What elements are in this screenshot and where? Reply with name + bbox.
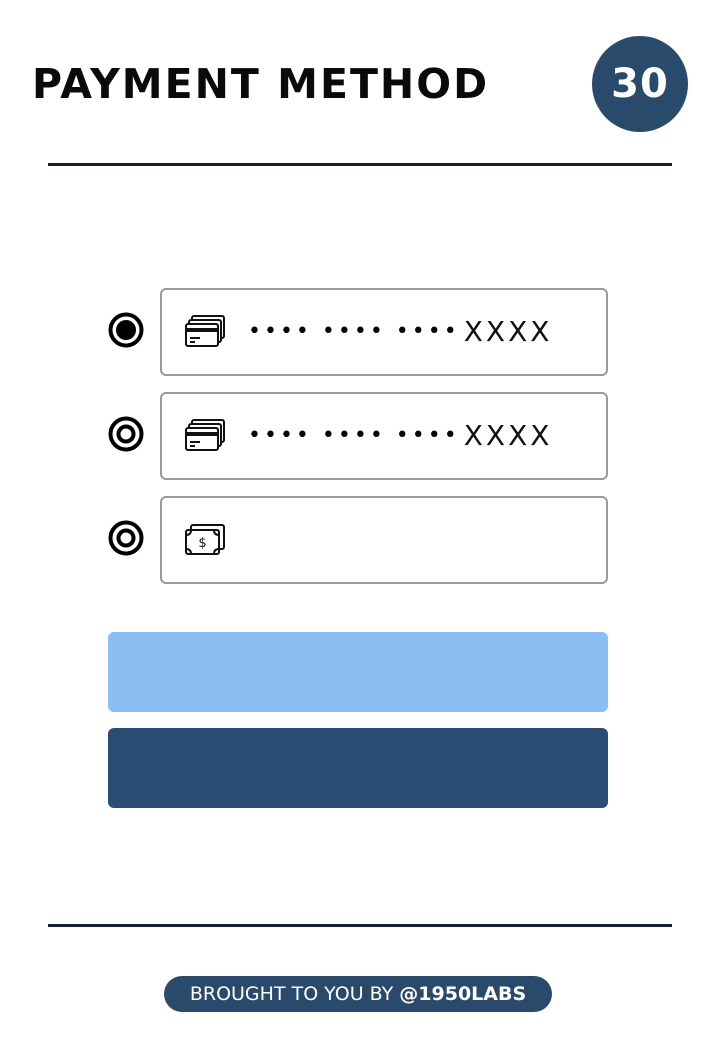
- primary-action-button[interactable]: [108, 632, 608, 712]
- masked-digits: •••• •••• ••••: [248, 423, 460, 448]
- payment-option-card-2: •••• •••• •••• XXXX: [106, 392, 608, 480]
- payment-option-card-1: •••• •••• •••• XXXX: [106, 288, 608, 376]
- cash-option-box[interactable]: $: [160, 496, 608, 584]
- payment-option-cash: $: [106, 496, 608, 584]
- page-title: PAYMENT METHOD: [32, 60, 490, 108]
- svg-text:$: $: [198, 536, 206, 551]
- secondary-action-button[interactable]: [108, 728, 608, 808]
- masked-card-number: •••• •••• •••• XXXX: [248, 418, 552, 454]
- radio-button-selected[interactable]: [108, 312, 144, 348]
- credit-badge: BROUGHT TO YOU BY @1950LABS: [164, 976, 552, 1012]
- credit-brand: @1950LABS: [399, 983, 527, 1005]
- bottom-divider: [48, 924, 672, 927]
- day-number-badge: 30: [592, 36, 688, 132]
- top-divider: [48, 163, 672, 166]
- card-last-digits: XXXX: [463, 419, 553, 452]
- card-last-digits: XXXX: [463, 315, 553, 348]
- credit-text: BROUGHT TO YOU BY: [189, 983, 400, 1005]
- credit-cards-icon: [184, 314, 226, 350]
- credit-cards-icon: [184, 418, 226, 454]
- card-option-box[interactable]: •••• •••• •••• XXXX: [160, 392, 608, 480]
- cash-banknote-icon: $: [184, 522, 226, 558]
- masked-digits: •••• •••• ••••: [248, 319, 460, 344]
- masked-card-number: •••• •••• •••• XXXX: [248, 314, 552, 350]
- card-option-box[interactable]: •••• •••• •••• XXXX: [160, 288, 608, 376]
- radio-button-unselected[interactable]: [108, 520, 144, 556]
- radio-button-unselected[interactable]: [108, 416, 144, 452]
